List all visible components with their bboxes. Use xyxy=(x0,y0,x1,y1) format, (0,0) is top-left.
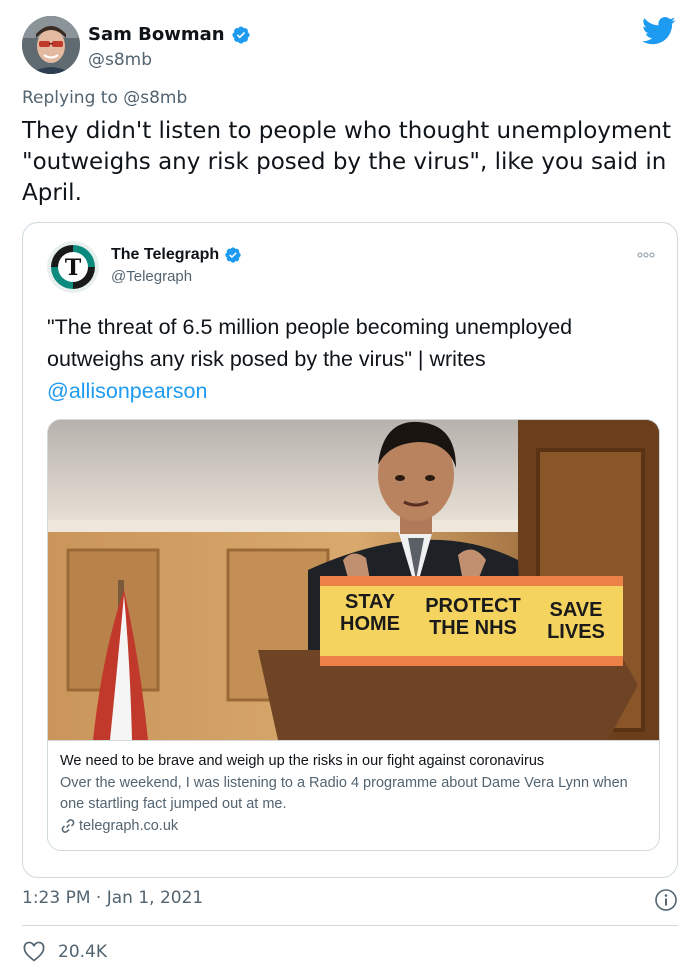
card-title: We need to be brave and weigh up the ris… xyxy=(60,753,545,769)
heart-icon[interactable] xyxy=(22,940,46,964)
card-domain: telegraph.co.uk xyxy=(79,818,179,834)
likes-row[interactable]: 20.4K xyxy=(22,940,107,964)
replying-to: Replying to @s8mb xyxy=(22,88,187,108)
card-domain-row[interactable]: telegraph.co.uk xyxy=(60,818,649,834)
quoted-mention[interactable]: @allisonpearson xyxy=(47,375,657,407)
quoted-text: "The threat of 6.5 million people becomi… xyxy=(47,315,573,371)
like-count: 20.4K xyxy=(58,942,107,962)
telegraph-logo[interactable]: T xyxy=(47,241,99,293)
info-icon[interactable] xyxy=(654,888,678,912)
link-card[interactable]: STAY HOME PROTECT THE NHS SAVE LIVES We nee… xyxy=(47,419,660,851)
tweet-text: They didn't listen to people who thought… xyxy=(22,118,672,206)
tweet-timestamp[interactable]: 1:23 PM · Jan 1, 2021 xyxy=(22,888,203,908)
tweet-header: Sam Bowman @s8mb xyxy=(22,16,680,76)
quoted-tweet[interactable]: T The Telegraph @Telegraph "The threat o… xyxy=(22,222,678,878)
link-icon xyxy=(61,819,75,833)
quoted-text-block: "The threat of 6.5 million people becomi… xyxy=(47,311,657,407)
svg-text:T: T xyxy=(65,255,82,281)
verified-badge-icon xyxy=(232,25,250,44)
author-handle[interactable]: @s8mb xyxy=(88,50,152,70)
podium-text-right: SAVE LIVES xyxy=(547,599,605,643)
card-description: Over the weekend, I was listening to a R… xyxy=(60,775,628,812)
card-image[interactable]: STAY HOME PROTECT THE NHS SAVE LIVES xyxy=(48,420,660,740)
author-name-row: Sam Bowman xyxy=(88,24,251,45)
quoted-author-handle[interactable]: @Telegraph xyxy=(111,268,192,285)
twitter-bird-icon[interactable] xyxy=(642,16,676,46)
quoted-name-row: The Telegraph xyxy=(111,246,242,264)
author-name[interactable]: Sam Bowman xyxy=(88,24,225,45)
quoted-author-name[interactable]: The Telegraph xyxy=(111,246,219,264)
divider xyxy=(22,925,678,926)
card-body[interactable]: We need to be brave and weigh up the ris… xyxy=(48,740,659,850)
replying-handle[interactable]: @s8mb xyxy=(123,88,187,108)
podium-text-left: STAY HOME xyxy=(340,591,400,635)
podium-text-mid: PROTECT THE NHS xyxy=(425,595,521,639)
author-avatar[interactable] xyxy=(22,16,80,74)
replying-prefix: Replying to xyxy=(22,88,118,108)
more-icon[interactable] xyxy=(637,251,655,259)
verified-badge-icon xyxy=(225,247,241,263)
